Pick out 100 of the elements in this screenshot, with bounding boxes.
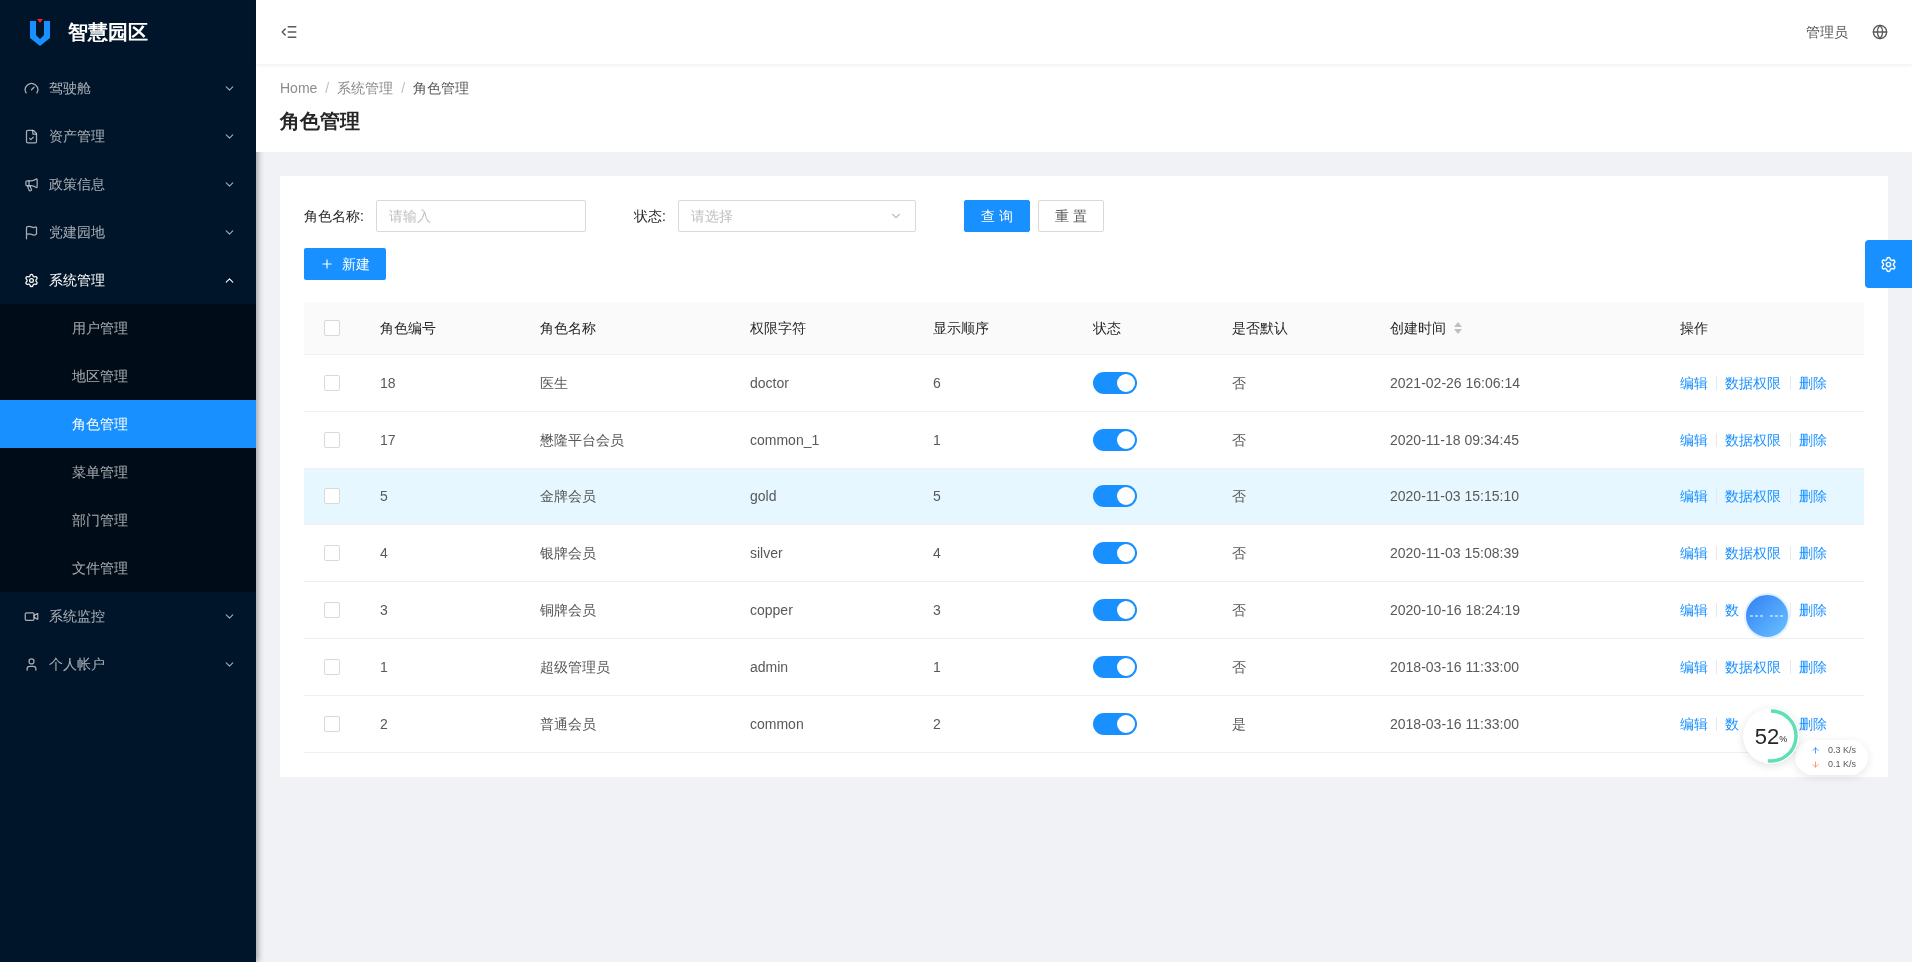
row-checkbox[interactable] [324,602,340,619]
table-cell-text: 2 [380,714,388,734]
row-checkbox[interactable] [324,320,340,336]
action-link[interactable]: 删除 [1799,656,1827,677]
sidebar-menu-item[interactable]: 系统管理 [0,256,256,304]
action-link[interactable]: 数 [1725,600,1739,621]
action-link[interactable]: 编辑 [1680,600,1708,621]
gear-icon [1880,255,1897,273]
row-checkbox[interactable] [324,545,340,562]
search-button[interactable]: 查 询 [963,200,1030,232]
action-link[interactable]: 删除 [1799,543,1827,564]
action-link[interactable]: 编辑 [1680,486,1708,507]
table-cell-text: 5 [380,487,388,507]
column-header: 状态 [1093,319,1121,338]
breadcrumb-item: 角色管理 [413,79,470,98]
table-cell-text: 17 [380,430,396,450]
table-cell-text: common_1 [750,430,820,450]
sidebar-menu-item[interactable]: 个人帐户 [0,640,256,688]
menu-icon[interactable] [280,23,298,41]
breadcrumb-separator: / [401,79,406,98]
action-link[interactable]: 删除 [1799,486,1827,507]
table-cell-text: 金牌会员 [540,487,596,507]
table-cell-text: 医生 [540,373,568,393]
gauge-icon [24,80,39,96]
language-icon[interactable] [1872,24,1888,40]
column-header: 角色编号 [380,319,436,338]
action-link[interactable]: 数据权限 [1725,372,1781,393]
table-cell-text: 是 [1232,714,1246,734]
plus-icon [320,257,334,271]
submenu-item[interactable]: 角色管理 [0,400,256,448]
action-link[interactable]: 编辑 [1680,713,1708,734]
floating-ball-icon[interactable] [1744,593,1790,639]
table-cell-text: 2018-03-16 11:33:00 [1390,657,1519,677]
row-checkbox[interactable] [324,658,340,675]
sidebar-menu-item[interactable]: 党建园地 [0,208,256,256]
table-cell-text: 2020-10-16 18:24:19 [1390,601,1520,621]
action-link[interactable]: 数据权限 [1725,543,1781,564]
column-header: 显示顺序 [933,319,989,338]
table-cell-text: 银牌会员 [540,544,596,564]
breadcrumb-item[interactable]: Home [280,78,318,98]
table-cell-text: 18 [380,373,396,393]
action-link[interactable]: 数据权限 [1725,486,1781,507]
submenu-item[interactable]: 部门管理 [0,496,256,544]
row-checkbox[interactable] [324,488,340,505]
column-header[interactable]: 创建时间 [1390,318,1446,338]
action-link[interactable]: 删除 [1799,429,1827,450]
sidebar-menu-item[interactable]: 驾驶舱 [0,64,256,112]
status-switch[interactable] [1093,485,1137,508]
action-link[interactable]: 删除 [1799,600,1827,621]
status-switch[interactable] [1093,428,1137,451]
user-name[interactable]: 管理员 [1806,22,1848,42]
role-name-input[interactable]: 请输入 [375,200,586,232]
action-link[interactable]: 删除 [1799,713,1827,734]
sidebar-menu-item[interactable]: 政策信息 [0,160,256,208]
table-cell-text: 2020-11-03 15:08:39 [1390,544,1519,564]
column-header: 操作 [1680,319,1708,338]
row-checkbox[interactable] [324,715,340,732]
submenu-item[interactable]: 文件管理 [0,544,256,592]
settings-tab[interactable] [1865,240,1912,288]
status-switch[interactable] [1093,655,1137,678]
submenu-item[interactable]: 菜单管理 [0,448,256,496]
table-cell-text: 超级管理员 [540,657,610,677]
table-cell-text: doctor [750,373,789,393]
page-title: 角色管理 [280,109,361,134]
status-switch[interactable] [1093,371,1137,394]
table-cell-text: 普通会员 [540,714,596,734]
status-switch[interactable] [1093,712,1137,735]
action-link[interactable]: 数据权限 [1725,429,1781,450]
gear-icon [24,272,39,288]
sidebar-menu-item[interactable]: 系统监控 [0,592,256,640]
reset-button[interactable]: 重 置 [1037,200,1104,232]
action-link[interactable]: 数 [1725,713,1739,734]
status-select[interactable]: 请选择 [677,200,916,232]
logo-icon [28,17,52,47]
table-cell-text: 铜牌会员 [540,601,596,621]
action-link[interactable]: 编辑 [1680,656,1708,677]
sidebar-menu-item[interactable]: 资产管理 [0,112,256,160]
table-cell-text: silver [750,544,783,564]
sort-icon[interactable] [1454,322,1462,334]
new-button[interactable]: 新建 [304,248,386,280]
action-link[interactable]: 删除 [1799,372,1827,393]
row-checkbox[interactable] [324,374,340,391]
submenu-item[interactable]: 用户管理 [0,304,256,352]
breadcrumb-item[interactable]: 系统管理 [337,78,394,98]
table-cell-text: 否 [1232,373,1246,393]
column-header: 角色名称 [540,319,596,338]
status-switch[interactable] [1093,599,1137,622]
table-row[interactable]: 5 金牌会员 gold 5 否 2020-11-03 15:15:10 编辑 数据权限 删除 [304,468,1864,526]
status-switch[interactable] [1093,542,1137,565]
megaphone-icon [24,176,39,192]
action-link[interactable]: 数据权限 [1725,656,1781,677]
download-speed: 0.1 K/s [1828,757,1856,771]
row-checkbox[interactable] [324,431,340,448]
table-cell-text: 6 [933,373,941,393]
submenu-item[interactable]: 地区管理 [0,352,256,400]
action-link[interactable]: 编辑 [1680,429,1708,450]
filter-label: 状态: [633,207,666,226]
action-link[interactable]: 编辑 [1680,372,1708,393]
flag-icon [24,224,39,240]
action-link[interactable]: 编辑 [1680,543,1708,564]
